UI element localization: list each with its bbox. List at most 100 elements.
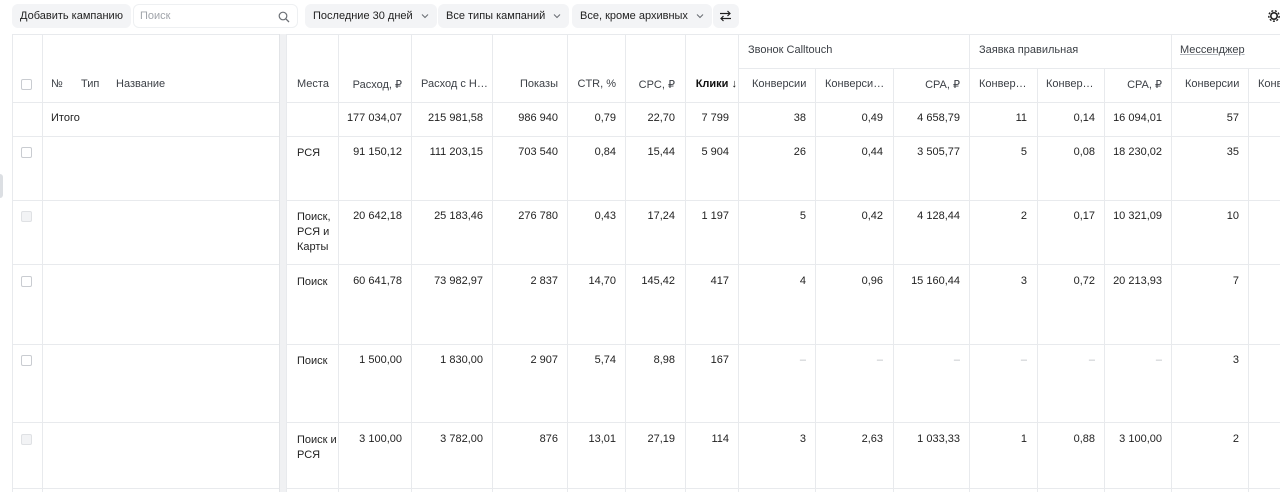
- col-zayavka-cpa[interactable]: CPA, ₽: [1106, 78, 1162, 91]
- row-impressions: 703 540: [518, 146, 558, 158]
- col-messenger-cut[interactable]: Конв: [1258, 78, 1280, 90]
- row-cpc: 15,44: [647, 146, 675, 158]
- row-impressions: 2 837: [530, 275, 558, 287]
- row-clicks: 417: [710, 275, 729, 287]
- row-places: Поиск: [297, 355, 328, 367]
- toolbar: Добавить кампанию Последние 30 дней Все …: [0, 0, 1280, 34]
- chevron-down-icon: [553, 14, 561, 19]
- col-calltouch-conversions[interactable]: Конверсии: [752, 78, 806, 90]
- col-impressions[interactable]: Показы: [494, 78, 558, 90]
- row-g1-conv: 26: [793, 146, 806, 158]
- row-places: РСЯ: [297, 147, 321, 159]
- col-zayavka-cr[interactable]: Конвер…: [1046, 78, 1094, 90]
- chevron-down-icon: [696, 14, 704, 19]
- row-spend: 60 641,78: [353, 275, 402, 287]
- row-ctr: 0,43: [594, 210, 616, 222]
- row-g2-cr: 0,72: [1073, 275, 1095, 287]
- status-filter-label: Все, кроме архивных: [580, 10, 688, 22]
- side-handle[interactable]: [0, 174, 3, 198]
- col-calltouch-cpa[interactable]: CPA, ₽: [895, 78, 960, 91]
- col-type[interactable]: Тип: [81, 78, 99, 90]
- group-header-calltouch: Звонок Calltouch: [748, 44, 833, 56]
- row-places: Поиск и РСЯ: [297, 434, 337, 461]
- total-g1-cr: 0,49: [861, 112, 883, 124]
- row-g1-cpa: 3 505,77: [917, 146, 960, 158]
- col-spend-vat[interactable]: Расход с Н…: [421, 78, 488, 90]
- row-spend-vat: 1 830,00: [440, 354, 483, 366]
- row-g3-conv: 2: [1232, 433, 1239, 445]
- total-g2-conv: 11: [1015, 112, 1027, 124]
- row-cpc: 145,42: [641, 275, 675, 287]
- period-label: Последние 30 дней: [313, 10, 413, 22]
- row-spend: 91 150,12: [353, 146, 402, 158]
- search-icon[interactable]: [278, 11, 290, 23]
- col-clicks-sorted[interactable]: Клики ↓: [687, 78, 737, 90]
- row-spend-vat: 73 982,97: [434, 275, 483, 287]
- swap-button[interactable]: [713, 4, 739, 28]
- total-spend-vat: 215 981,58: [427, 112, 483, 124]
- row-ctr: 5,74: [594, 354, 616, 366]
- frozen-column-divider[interactable]: [279, 34, 287, 492]
- col-ctr[interactable]: CTR, %: [569, 78, 617, 90]
- row-g1-cpa: 1 033,33: [917, 433, 960, 445]
- total-spend: 177 034,07: [346, 112, 402, 124]
- group-header-zayavka: Заявка правильная: [979, 44, 1079, 56]
- row-g2-cpa: 10 321,09: [1113, 210, 1162, 222]
- add-campaign-label: Добавить кампанию: [20, 10, 123, 22]
- col-num[interactable]: №: [51, 78, 63, 90]
- row-g2-cr: 0,17: [1073, 210, 1095, 222]
- campaign-types-select[interactable]: Все типы кампаний: [438, 4, 570, 28]
- col-spend[interactable]: Расход, ₽: [340, 78, 402, 91]
- search-box[interactable]: [133, 4, 298, 28]
- row-checkbox[interactable]: [21, 147, 32, 158]
- row-g2-cpa: 18 230,02: [1113, 146, 1162, 158]
- status-filter-select[interactable]: Все, кроме архивных: [572, 4, 712, 28]
- campaigns-table: Звонок Calltouch Заявка правильная Мессе…: [0, 34, 1280, 492]
- row-spend: 20 642,18: [353, 210, 402, 222]
- row-g1-cpa: 15 160,44: [911, 275, 960, 287]
- total-g2-cpa: 16 094,01: [1113, 112, 1162, 124]
- total-ctr: 0,79: [594, 112, 616, 124]
- period-select[interactable]: Последние 30 дней: [305, 4, 437, 28]
- col-name[interactable]: Название: [116, 78, 165, 90]
- col-calltouch-cr[interactable]: Конверси…: [825, 78, 884, 90]
- select-all-checkbox[interactable]: [21, 79, 32, 90]
- row-cpc: 8,98: [653, 354, 675, 366]
- row-g1-cpa: –: [953, 354, 960, 366]
- row-clicks: 5 904: [701, 146, 729, 158]
- group-header-messenger[interactable]: Мессенджер: [1180, 44, 1245, 56]
- total-g1-conv: 38: [793, 112, 806, 124]
- total-impressions: 986 940: [518, 112, 558, 124]
- row-g3-conv: 35: [1226, 146, 1239, 158]
- row-g2-cpa: 20 213,93: [1113, 275, 1162, 287]
- row-spend: 3 100,00: [359, 433, 402, 445]
- row-g2-cr: 0,88: [1073, 433, 1095, 445]
- add-campaign-button[interactable]: Добавить кампанию: [12, 4, 131, 28]
- total-label: Итого: [51, 112, 80, 124]
- col-cpc[interactable]: CPC, ₽: [627, 78, 675, 91]
- row-g1-cr: 2,63: [861, 433, 883, 445]
- row-ctr: 0,84: [594, 146, 616, 158]
- row-cpc: 17,24: [647, 210, 675, 222]
- total-g3-conv: 57: [1226, 112, 1239, 124]
- col-zayavka-conversions[interactable]: Конвер…: [979, 78, 1027, 90]
- search-input[interactable]: [140, 10, 275, 22]
- row-g2-conv: 3: [1020, 275, 1027, 287]
- row-g1-cr: –: [876, 354, 883, 366]
- row-cpc: 27,19: [647, 433, 675, 445]
- col-messenger-conversions[interactable]: Конверсии: [1185, 78, 1239, 90]
- gear-icon[interactable]: [1268, 10, 1280, 22]
- row-g2-cr: –: [1088, 354, 1095, 366]
- row-checkbox[interactable]: [21, 355, 32, 366]
- row-checkbox[interactable]: [21, 211, 32, 222]
- total-cpc: 22,70: [647, 112, 675, 124]
- row-checkbox[interactable]: [21, 276, 32, 287]
- row-g2-conv: 5: [1020, 146, 1027, 158]
- total-clicks: 7 799: [701, 112, 729, 124]
- total-g1-cpa: 4 658,79: [917, 112, 960, 124]
- campaign-types-label: Все типы кампаний: [446, 10, 546, 22]
- row-g1-conv: 5: [799, 210, 806, 222]
- row-checkbox[interactable]: [21, 434, 32, 445]
- col-places[interactable]: Места: [297, 78, 329, 90]
- row-spend: 1 500,00: [359, 354, 402, 366]
